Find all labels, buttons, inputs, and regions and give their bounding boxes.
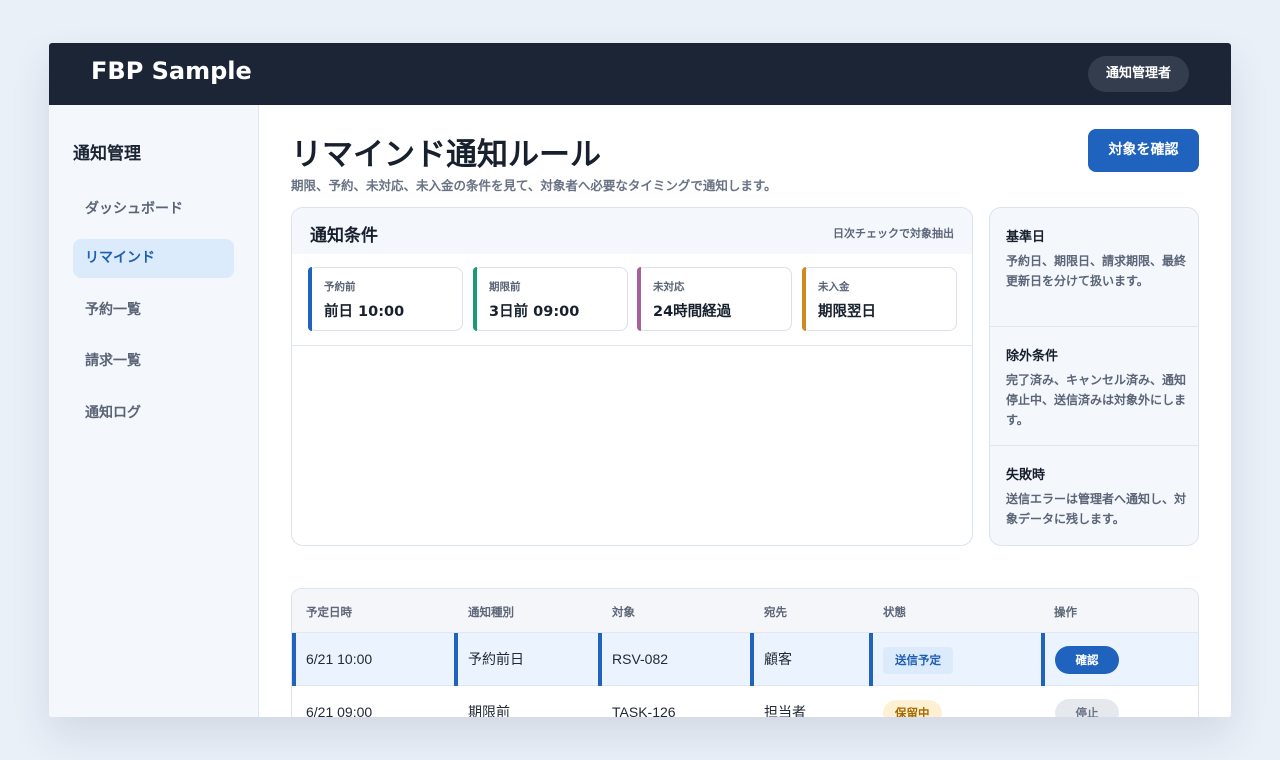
confirm-targets-button[interactable]: 対象を確認 [1088,129,1199,172]
rule-description: 送信エラーは管理者へ通知し、対象データに残します。 [1006,492,1187,526]
top-bar: FBP Sample 通知管理者 [49,43,1231,105]
row-stop-button[interactable]: 停止 [1055,699,1119,717]
column-header-status[interactable]: 状態 [883,604,906,620]
condition-card-before-reservation[interactable]: 予約前 前日 10:00 [308,267,463,331]
condition-card-unhandled[interactable]: 未対応 24時間経過 [637,267,792,331]
rule-description: 予約日、期限日、請求期限、最終更新日を分けて扱います。 [1006,254,1187,288]
rule-title: 除外条件 [1006,349,1059,364]
cell-status: 送信予定 [869,633,1041,686]
sidebar-title: 通知管理 [73,144,141,164]
accent-bar [473,267,477,331]
column-header-datetime[interactable]: 予定日時 [306,604,352,620]
conditions-note: 日次チェックで対象抽出 [833,227,954,240]
condition-value: 前日 10:00 [324,304,405,320]
condition-label: 予約前 [324,281,356,293]
column-header-recipient[interactable]: 宛先 [764,604,787,620]
condition-value: 3日前 09:00 [489,304,580,320]
page-subtitle: 期限、予約、未対応、未入金の条件を見て、対象者へ必要なタイミングで通知します。 [291,178,777,193]
sidebar-item-notification-log[interactable]: 通知ログ [73,394,234,433]
rule-description: 完了済み、キャンセル済み、通知停止中、送信済みは対象外にします。 [1006,373,1187,427]
cell-recipient: 担当者 [764,704,806,717]
sidebar-item-remind[interactable]: リマインド [73,239,234,278]
table-row[interactable]: 6/21 10:00 予約前日 RSV-082 顧客 送信予定 確認 [292,633,1198,686]
condition-label: 未対応 [653,281,685,293]
condition-label: 未入金 [818,281,850,293]
condition-card-before-deadline[interactable]: 期限前 3日前 09:00 [473,267,628,331]
condition-label: 期限前 [489,281,521,293]
schedule-table: 予定日時 通知種別 対象 宛先 状態 操作 6/21 10:00 予約前日 RS… [291,588,1199,717]
cell-target: RSV-082 [598,633,750,686]
cell-target: TASK-126 [612,704,676,717]
column-header-type[interactable]: 通知種別 [468,604,514,620]
rule-title: 基準日 [1006,230,1046,245]
accent-bar [637,267,641,331]
cell-recipient: 顧客 [750,633,869,686]
cell-action: 確認 [1041,633,1198,686]
app-window: FBP Sample 通知管理者 通知管理 ダッシュボード リマインド 予約一覧… [49,43,1231,717]
rule-title: 失敗時 [1006,468,1046,483]
column-header-action[interactable]: 操作 [1054,604,1077,620]
conditions-panel: 通知条件 日次チェックで対象抽出 予約前 前日 10:00 期限前 3日前 09… [291,207,973,546]
condition-value: 期限翌日 [818,304,876,320]
admin-menu-button[interactable]: 通知管理者 [1087,56,1189,92]
sidebar-item-reservations[interactable]: 予約一覧 [73,291,234,330]
condition-card-unpaid[interactable]: 未入金 期限翌日 [802,267,957,331]
column-header-target[interactable]: 対象 [612,604,635,620]
cell-type: 期限前 [468,704,510,717]
accent-bar [308,267,312,331]
main-content: リマインド通知ルール 期限、予約、未対応、未入金の条件を見て、対象者へ必要なタイ… [259,105,1231,717]
cell-type: 予約前日 [454,633,598,686]
accent-bar [802,267,806,331]
rule-on-failure: 失敗時 送信エラーは管理者へ通知し、対象データに残します。 [990,446,1198,545]
conditions-title: 通知条件 [310,226,378,246]
sidebar-item-dashboard[interactable]: ダッシュボード [73,190,234,229]
rule-exclusions: 除外条件 完了済み、キャンセル済み、通知停止中、送信済みは対象外にします。 [990,327,1198,446]
row-confirm-button[interactable]: 確認 [1055,646,1119,675]
brand-logo[interactable]: FBP Sample [91,57,252,85]
condition-cards: 予約前 前日 10:00 期限前 3日前 09:00 未対応 24時間経過 未入… [292,254,972,346]
rule-base-date: 基準日 予約日、期限日、請求期限、最終更新日を分けて扱います。 [990,208,1198,327]
table-header: 予定日時 通知種別 対象 宛先 状態 操作 [292,589,1198,633]
status-badge: 送信予定 [883,646,953,674]
table-row[interactable]: 6/21 09:00 期限前 TASK-126 担当者 保留中 停止 [292,686,1198,717]
sidebar-item-invoices[interactable]: 請求一覧 [73,342,234,381]
status-badge: 保留中 [883,699,942,717]
cell-action: 停止 [1041,686,1198,717]
page-title: リマインド通知ルール [291,137,601,173]
condition-value: 24時間経過 [653,304,732,320]
sidebar: 通知管理 ダッシュボード リマインド 予約一覧 請求一覧 通知ログ [49,105,259,717]
conditions-header: 通知条件 日次チェックで対象抽出 [292,208,972,254]
cell-status: 保留中 [869,686,1041,717]
cell-datetime: 6/21 09:00 [306,704,373,717]
rules-panel: 基準日 予約日、期限日、請求期限、最終更新日を分けて扱います。 除外条件 完了済… [989,207,1199,546]
cell-datetime: 6/21 10:00 [292,633,454,686]
